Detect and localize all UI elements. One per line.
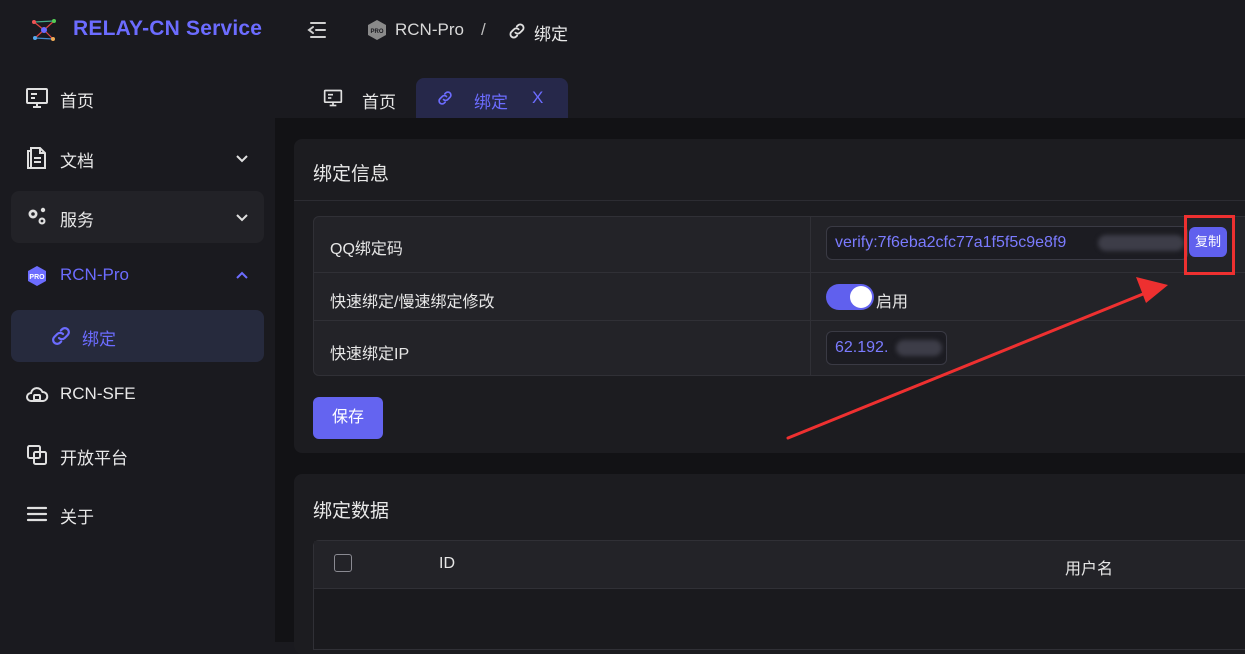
chevron-down-icon bbox=[234, 209, 250, 225]
link-icon bbox=[49, 324, 73, 348]
tab-label: 绑定 bbox=[474, 93, 508, 112]
sidebar-item-label: 绑定 bbox=[82, 330, 116, 349]
redaction-blur bbox=[1098, 235, 1184, 251]
gears-icon bbox=[25, 205, 49, 229]
svg-text:PRO: PRO bbox=[370, 29, 383, 35]
sidebar-item-bind[interactable]: 绑定 bbox=[11, 310, 264, 362]
fast-mode-state: 启用 bbox=[876, 294, 909, 311]
fast-ip-value: 62.192. bbox=[835, 339, 889, 356]
sidebar-item-label: 服务 bbox=[60, 211, 94, 230]
chevron-up-icon bbox=[234, 268, 250, 284]
sidebar-item-label: 文档 bbox=[60, 152, 94, 171]
save-button[interactable]: 保存 bbox=[313, 397, 383, 439]
breadcrumb-rcn-pro[interactable]: RCN-Pro bbox=[395, 20, 464, 40]
divider bbox=[314, 272, 1245, 273]
sidebar-item-label: 关于 bbox=[60, 508, 94, 527]
app-logo-icon bbox=[30, 16, 58, 44]
pro-badge-icon: PRO bbox=[25, 264, 49, 288]
menu-icon bbox=[25, 502, 49, 526]
fast-ip-label: 快速绑定IP bbox=[330, 346, 410, 363]
sidebar-item-about[interactable]: 关于 bbox=[11, 488, 264, 540]
tab-bind[interactable]: 绑定 X bbox=[416, 78, 568, 118]
close-tab-button[interactable]: X bbox=[532, 88, 543, 108]
divider bbox=[810, 217, 811, 376]
sidebar-item-rcn-pro[interactable]: PRO RCN-Pro bbox=[11, 250, 264, 302]
breadcrumb-bind: 绑定 bbox=[534, 25, 568, 44]
divider bbox=[294, 200, 1245, 201]
divider bbox=[314, 588, 1245, 589]
sidebar-item-label: 首页 bbox=[60, 92, 94, 111]
divider bbox=[314, 320, 1245, 321]
redaction-blur bbox=[896, 340, 942, 356]
annotation-highlight-box bbox=[1184, 215, 1235, 275]
fast-mode-label: 快速绑定/慢速绑定修改 bbox=[330, 294, 495, 311]
toggle-knob bbox=[850, 286, 872, 308]
column-header-id[interactable]: ID bbox=[439, 555, 455, 573]
sidebar: 首页 文档 服务 PRO RCN-Pro 绑定 RCN-SFE 开放平台 关于 bbox=[0, 60, 275, 642]
collapse-sidebar-icon[interactable] bbox=[305, 19, 329, 41]
qq-code-label: QQ绑定码 bbox=[330, 241, 403, 258]
monitor-icon bbox=[25, 86, 49, 110]
select-all-checkbox[interactable] bbox=[334, 554, 352, 572]
breadcrumb-separator: / bbox=[481, 20, 486, 39]
sidebar-item-docs[interactable]: 文档 bbox=[11, 132, 264, 184]
sidebar-item-home[interactable]: 首页 bbox=[11, 72, 264, 124]
platform-icon bbox=[25, 443, 49, 467]
sidebar-item-rcn-sfe[interactable]: RCN-SFE bbox=[11, 369, 264, 421]
pro-badge-icon: PRO bbox=[367, 19, 387, 41]
column-header-username[interactable]: 用户名 bbox=[1065, 555, 1113, 579]
sidebar-item-label: 开放平台 bbox=[60, 449, 128, 468]
sidebar-item-label: RCN-SFE bbox=[60, 384, 136, 403]
sidebar-item-open-platform[interactable]: 开放平台 bbox=[11, 429, 264, 481]
cloud-icon bbox=[25, 383, 49, 407]
qq-code-value: verify:7f6eba2cfc77a1f5f5c9e8f9 bbox=[835, 234, 1067, 251]
app-title: RELAY-CN Service bbox=[73, 17, 263, 40]
bind-info-title: 绑定信息 bbox=[313, 164, 390, 185]
document-icon bbox=[25, 146, 49, 170]
chevron-down-icon bbox=[234, 150, 250, 166]
monitor-icon bbox=[323, 88, 343, 108]
bind-data-title: 绑定数据 bbox=[313, 501, 390, 522]
tab-home[interactable]: 首页 bbox=[305, 78, 411, 118]
link-icon bbox=[507, 21, 527, 41]
sidebar-item-label: RCN-Pro bbox=[60, 265, 129, 284]
tab-label: 首页 bbox=[362, 93, 396, 112]
svg-text:PRO: PRO bbox=[29, 274, 45, 281]
sidebar-item-services[interactable]: 服务 bbox=[11, 191, 264, 243]
link-icon bbox=[436, 89, 454, 107]
